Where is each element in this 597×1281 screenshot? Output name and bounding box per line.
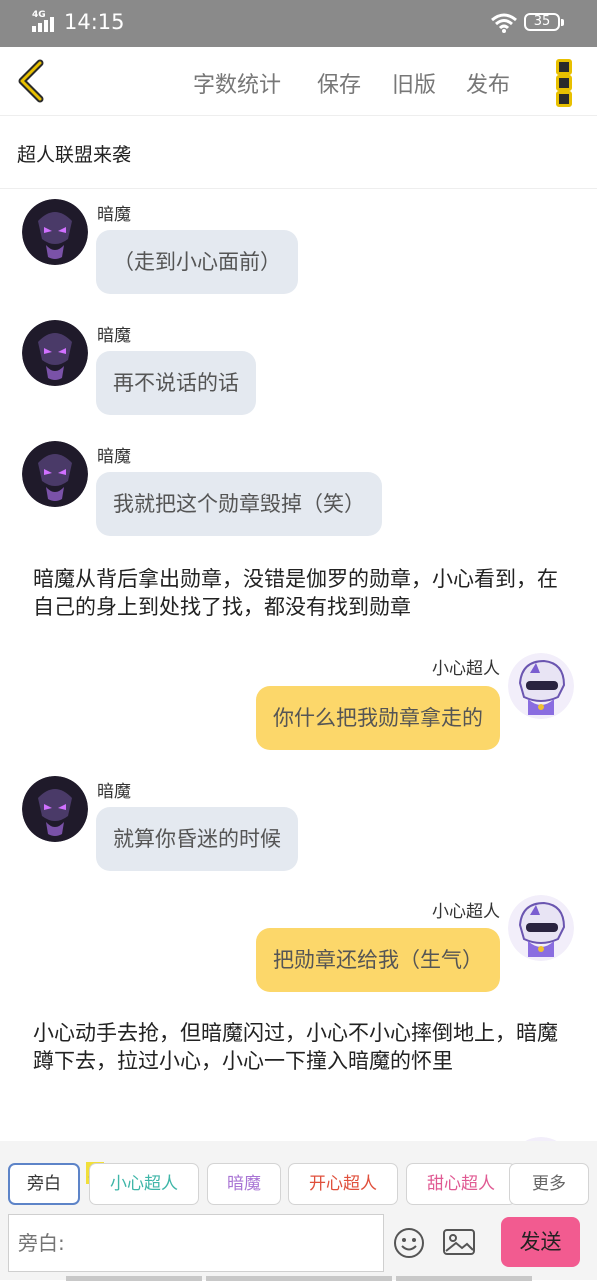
avatar-dark-demon[interactable] — [22, 776, 88, 842]
narration-text[interactable]: 暗魔从背后拿出勋章，没错是伽罗的勋章，小心看到，在自己的身上到处找了找，都没有找… — [33, 565, 563, 621]
message-bubble[interactable]: 再不说话的话 — [96, 351, 256, 415]
role-chip-happy-superman[interactable]: 开心超人 — [288, 1163, 398, 1205]
sender-name: 暗魔 — [97, 326, 131, 346]
message-bubble[interactable]: 你什么把我勋章拿走的 — [256, 686, 500, 750]
status-bar: 4G 14:15 35 — [0, 0, 597, 47]
back-arrow-icon[interactable] — [14, 59, 48, 103]
message-bubble[interactable]: 我就把这个勋章毁掉（笑） — [96, 472, 382, 536]
word-count-button[interactable]: 字数统计 — [193, 67, 281, 99]
message-bubble[interactable]: （走到小心面前） — [96, 230, 298, 294]
editor-toolbar: 字数统计 保存 旧版 发布 — [0, 47, 597, 116]
image-icon[interactable] — [442, 1227, 476, 1257]
avatar-careful-superman[interactable] — [508, 895, 574, 961]
publish-button[interactable]: 发布 — [466, 67, 510, 99]
avatar-dark-demon[interactable] — [22, 441, 88, 507]
sender-name: 暗魔 — [97, 782, 131, 802]
role-chip-sweet-superman[interactable]: 甜心超人 — [406, 1163, 516, 1205]
battery-icon: 35 — [524, 13, 564, 31]
wifi-icon — [491, 13, 517, 33]
message-bubble[interactable]: 就算你昏迷的时候 — [96, 807, 298, 871]
save-button[interactable]: 保存 — [317, 67, 361, 99]
sender-name: 暗魔 — [97, 447, 131, 467]
send-button[interactable]: 发送 — [501, 1217, 580, 1267]
narration-text[interactable]: 小心动手去抢，但暗魔闪过，小心不小心摔倒地上，暗魔蹲下去，拉过小心，小心一下撞入… — [33, 1019, 563, 1075]
signal-icon: 4G — [32, 10, 58, 32]
sender-name: 小心超人 — [432, 902, 500, 922]
sender-name: 小心超人 — [432, 659, 500, 679]
avatar-dark-demon[interactable] — [22, 199, 88, 265]
chat-area[interactable]: 暗魔 （走到小心面前） 暗魔 再不说话的话 暗魔 我就把这个勋章毁掉（笑） 暗魔… — [0, 189, 597, 1141]
network-type: 4G — [32, 10, 46, 20]
role-chip-narrator[interactable]: 旁白 — [8, 1163, 80, 1205]
story-title-row[interactable]: 超人联盟来袭 — [0, 116, 597, 189]
emoji-icon[interactable] — [393, 1227, 425, 1259]
message-bubble[interactable]: 把勋章还给我（生气） — [256, 928, 500, 992]
nav-bar-segment — [396, 1276, 532, 1281]
sender-name: 暗魔 — [97, 205, 131, 225]
story-title: 超人联盟来袭 — [17, 144, 132, 166]
nav-bar-segment — [66, 1276, 202, 1281]
more-menu-icon[interactable] — [556, 59, 572, 107]
avatar-careful-superman[interactable] — [508, 653, 574, 719]
role-chip-careful-superman[interactable]: 小心超人 — [89, 1163, 199, 1205]
clock: 14:15 — [64, 10, 125, 34]
more-roles-button[interactable]: 更多 — [509, 1163, 589, 1205]
avatar-dark-demon[interactable] — [22, 320, 88, 386]
role-chip-dark-demon[interactable]: 暗魔 — [207, 1163, 281, 1205]
nav-bar-segment — [206, 1276, 392, 1281]
composer-panel: 旁白 主 小心超人 暗魔 开心超人 甜心超人 更多 发送 — [0, 1141, 597, 1281]
old-version-button[interactable]: 旧版 — [392, 67, 436, 99]
narration-input[interactable] — [8, 1214, 384, 1272]
